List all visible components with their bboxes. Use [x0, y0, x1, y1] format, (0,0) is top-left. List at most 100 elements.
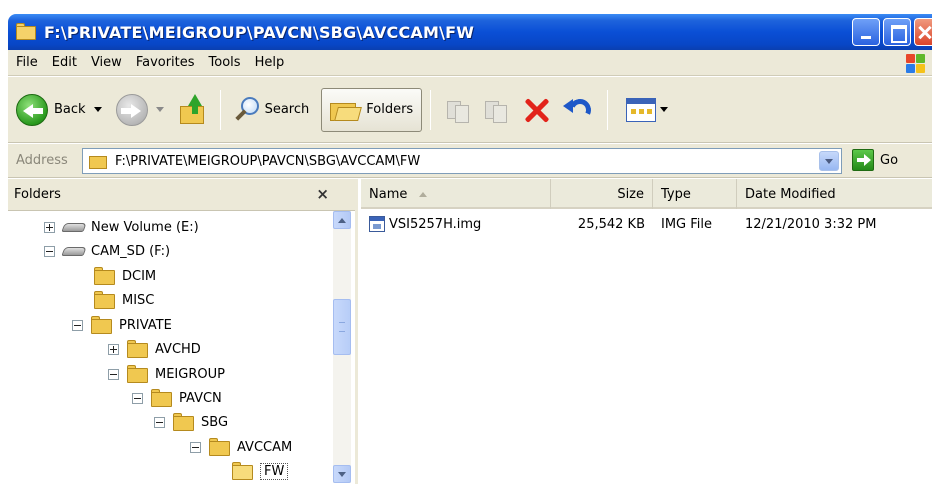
column-label: Size [617, 186, 644, 202]
tree-item-private[interactable]: PRIVATE [72, 313, 172, 337]
menu-file[interactable]: File [16, 55, 38, 70]
scroll-up-button[interactable] [333, 211, 351, 229]
folders-pane: Folders × New Volume (E:) CAM_SD (F:) DC… [8, 179, 358, 484]
scroll-down-button[interactable] [333, 465, 351, 483]
menu-help[interactable]: Help [255, 55, 285, 70]
collapse-icon[interactable] [154, 416, 165, 428]
tree-item-avccam[interactable]: AVCCAM [190, 435, 292, 459]
folder-icon [151, 389, 173, 407]
collapse-icon[interactable] [132, 392, 143, 404]
tree-item-label: MEIGROUP [155, 366, 225, 382]
tree-item-dcim[interactable]: DCIM [94, 264, 156, 288]
tree-item-label: FW [260, 462, 289, 480]
menu-edit[interactable]: Edit [52, 55, 77, 70]
go-arrow-icon [852, 149, 874, 171]
tree-item-cam-sd[interactable]: CAM_SD (F:) [44, 239, 170, 263]
tree-item-misc[interactable]: MISC [94, 288, 154, 312]
window-title: F:\PRIVATE\MEIGROUP\PAVCN\SBG\AVCCAM\FW [44, 22, 475, 42]
undo-icon[interactable] [563, 95, 595, 125]
collapse-icon[interactable] [108, 368, 119, 380]
tree-item-label: PRIVATE [119, 317, 172, 333]
back-button[interactable]: Back [12, 87, 106, 133]
up-folder-button[interactable] [168, 87, 212, 133]
folder-icon [91, 316, 113, 334]
toolbar: Back Search Folders [8, 77, 932, 143]
collapse-icon[interactable] [44, 245, 55, 257]
address-input[interactable]: F:\PRIVATE\MEIGROUP\PAVCN\SBG\AVCCAM\FW [82, 148, 842, 174]
tree-item-label: AVCHD [155, 341, 201, 357]
close-pane-icon[interactable]: × [316, 185, 329, 203]
views-button[interactable] [616, 87, 672, 133]
collapse-icon[interactable] [72, 319, 83, 331]
search-button[interactable]: Search [229, 87, 314, 133]
forward-dropdown-icon[interactable] [155, 107, 164, 112]
folders-pane-header: Folders × [8, 179, 355, 211]
menu-tools[interactable]: Tools [209, 55, 241, 70]
expand-icon[interactable] [44, 221, 55, 233]
file-type: IMG File [661, 216, 713, 232]
tree-item-pavcn[interactable]: PAVCN [132, 386, 222, 410]
img-file-icon [369, 216, 385, 232]
address-dropdown-icon[interactable] [819, 151, 839, 171]
up-folder-icon [178, 93, 208, 126]
move-to-icon[interactable] [445, 97, 471, 123]
folders-button[interactable]: Folders [321, 87, 423, 132]
file-name-cell: VSI5257H.img [361, 216, 551, 232]
search-icon [233, 95, 259, 125]
maximize-button[interactable] [883, 18, 911, 46]
tree-item-label: AVCCAM [237, 439, 293, 455]
close-button[interactable] [914, 18, 932, 46]
folder-tree: New Volume (E:) CAM_SD (F:) DCIM MISC PR… [8, 211, 355, 483]
title-bar[interactable]: F:\PRIVATE\MEIGROUP\PAVCN\SBG\AVCCAM\FW [8, 14, 932, 50]
column-header-date-modified[interactable]: Date Modified [737, 179, 932, 209]
toolbar-separator [430, 89, 432, 130]
folders-pane-title: Folders [14, 187, 61, 202]
file-row[interactable]: VSI5257H.img 25,542 KB IMG File 12/21/20… [361, 211, 932, 237]
go-label: Go [880, 152, 899, 168]
tree-item-sbg[interactable]: SBG [154, 410, 228, 434]
column-header-type[interactable]: Type [653, 179, 737, 209]
open-folder-icon [232, 462, 254, 480]
tree-item-meigroup[interactable]: MEIGROUP [108, 362, 225, 386]
file-size: 25,542 KB [577, 216, 645, 232]
go-button[interactable]: Go [852, 149, 898, 171]
column-label: Date Modified [745, 186, 836, 202]
collapse-icon[interactable] [190, 441, 201, 453]
file-name: VSI5257H.img [389, 216, 482, 232]
minimize-button[interactable] [852, 18, 880, 46]
folders-label: Folders [366, 102, 414, 117]
file-list: Name Size Type Date Modified VSI5257H.im… [361, 179, 932, 484]
views-dropdown-icon[interactable] [660, 107, 669, 112]
expand-icon[interactable] [108, 343, 119, 355]
tree-item-fw[interactable]: FW [232, 459, 289, 483]
folder-icon [94, 291, 116, 309]
scroll-thumb[interactable] [333, 299, 351, 355]
search-label: Search [264, 102, 310, 117]
column-header-name[interactable]: Name [361, 179, 551, 209]
views-icon [626, 97, 657, 122]
forward-arrow-icon [115, 93, 148, 126]
file-date-modified: 12/21/2010 3:32 PM [745, 216, 877, 232]
menu-view[interactable]: View [91, 55, 122, 70]
tree-item-new-volume[interactable]: New Volume (E:) [44, 215, 199, 239]
back-arrow-icon [16, 93, 48, 126]
toolbar-separator [607, 89, 609, 130]
tree-item-label: SBG [201, 414, 229, 430]
menu-favorites[interactable]: Favorites [136, 55, 195, 70]
tree-item-label: New Volume (E:) [91, 219, 199, 235]
folders-scrollbar[interactable] [333, 211, 351, 483]
folder-icon [173, 413, 195, 431]
tree-item-label: MISC [122, 292, 155, 308]
tree-item-avchd[interactable]: AVCHD [108, 337, 201, 361]
column-header-size[interactable]: Size [551, 179, 653, 209]
forward-button[interactable] [112, 87, 168, 133]
delete-icon[interactable] [521, 95, 551, 125]
back-label: Back [54, 102, 86, 117]
back-dropdown-icon[interactable] [93, 107, 102, 112]
column-label: Name [369, 186, 408, 202]
folder-icon [209, 438, 231, 456]
copy-to-icon[interactable] [483, 97, 509, 123]
file-list-header: Name Size Type Date Modified [361, 179, 932, 209]
folder-icon [127, 340, 149, 358]
address-label: Address [16, 153, 68, 168]
